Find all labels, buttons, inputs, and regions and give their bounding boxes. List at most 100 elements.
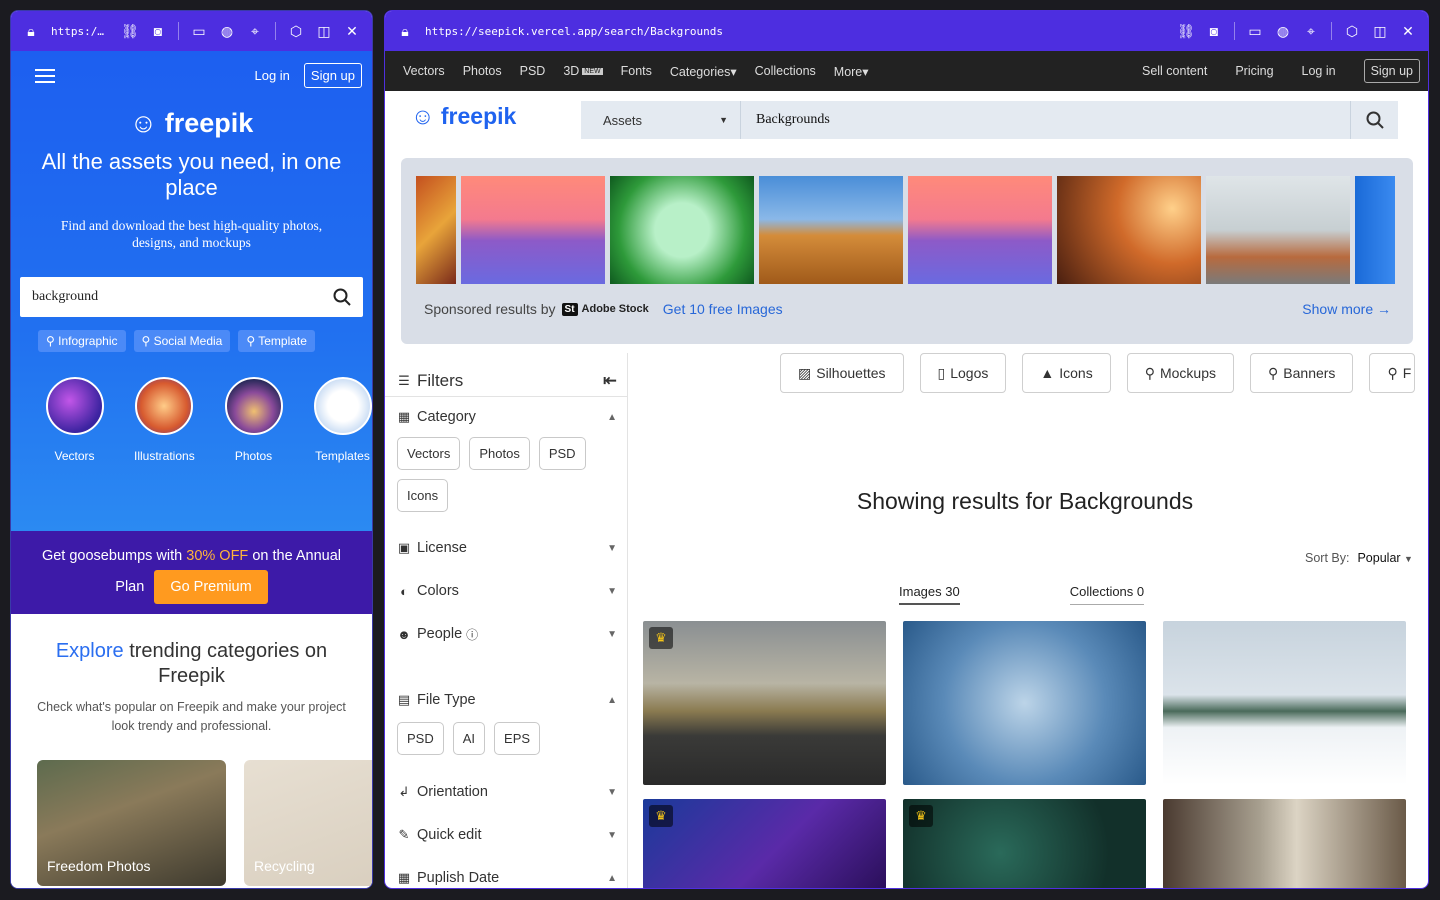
category-templates[interactable]: Templates: [313, 377, 372, 463]
result-image-road[interactable]: ♛: [643, 621, 886, 785]
tag-logos[interactable]: ▯ Logos: [919, 353, 1007, 393]
suggestion-chips: ⚲ Infographic ⚲ Social Media ⚲ Template: [38, 330, 372, 352]
sort-control[interactable]: Sort By: Popular ▼: [1305, 551, 1413, 565]
close-icon[interactable]: ✕: [344, 23, 360, 39]
sell-content-link[interactable]: Sell content: [1142, 64, 1207, 78]
search-button[interactable]: [1350, 101, 1398, 139]
category-psd[interactable]: PSD: [538, 437, 586, 470]
link-icon[interactable]: ⛓︎: [121, 23, 139, 39]
collapse-sidebar-icon[interactable]: ⇤: [603, 371, 617, 391]
result-image-snow-forest[interactable]: [903, 621, 1146, 785]
sponsored-image[interactable]: [1057, 176, 1201, 284]
right-url[interactable]: https://seepick.vercel.app/search/Backgr…: [425, 25, 1166, 38]
file-psd[interactable]: PSD: [397, 722, 444, 755]
nav-categories[interactable]: Categories▾: [670, 64, 737, 79]
premium-crown-icon: ♛: [909, 805, 933, 827]
hero-subtitle: Find and download the best high-quality …: [60, 218, 323, 250]
file-eps[interactable]: EPS: [494, 722, 541, 755]
tag-banners[interactable]: ⚲ Banners: [1250, 353, 1354, 393]
vectors-thumbnail: [45, 377, 104, 435]
filter-quick-edit[interactable]: ✎ Quick edit ▼: [397, 825, 617, 845]
nav-photos[interactable]: Photos: [463, 64, 502, 78]
category-photos[interactable]: Photos: [469, 437, 530, 470]
freepik-logo[interactable]: ☺︎ freepik: [11, 108, 372, 139]
category-vectors[interactable]: Vectors: [45, 377, 104, 463]
tag-silhouettes[interactable]: ▨ Silhouettes: [780, 353, 904, 393]
nav-more[interactable]: More▾: [834, 64, 869, 79]
nav-vectors[interactable]: Vectors: [403, 64, 445, 78]
arrow-right-icon: →: [1377, 301, 1391, 317]
login-link[interactable]: Log in: [254, 68, 289, 83]
sponsored-image[interactable]: [1206, 176, 1350, 284]
nav-label: More: [833, 64, 863, 79]
tab-collections[interactable]: Collections 0: [1069, 584, 1145, 605]
login-link[interactable]: Log in: [1302, 64, 1336, 78]
tab-images[interactable]: Images 30: [899, 584, 960, 605]
crosshair-icon[interactable]: ⌖: [1303, 23, 1319, 39]
free-images-link[interactable]: Get 10 free Images: [663, 301, 783, 317]
search-input[interactable]: background: [20, 277, 363, 317]
sponsored-image[interactable]: [759, 176, 903, 284]
chip-infographic[interactable]: ⚲ Infographic: [38, 330, 126, 352]
sponsored-image[interactable]: [416, 176, 456, 284]
search-icon[interactable]: [333, 288, 351, 306]
tile-recycling[interactable]: Recycling: [244, 760, 372, 886]
file-ai[interactable]: AI: [452, 722, 486, 755]
filter-label: File Type: [417, 692, 476, 708]
tag-truncated[interactable]: ⚲ F: [1369, 353, 1416, 393]
category-photos[interactable]: Photos: [224, 377, 283, 463]
nav-collections[interactable]: Collections: [755, 64, 816, 78]
result-image-winter-field[interactable]: [1163, 621, 1406, 785]
result-image-galaxy[interactable]: ♛: [643, 799, 886, 888]
category-vectors[interactable]: Vectors: [397, 437, 461, 470]
filter-people[interactable]: ☻ People ⓘ ▼: [397, 624, 617, 644]
nav-psd[interactable]: PSD: [520, 64, 546, 78]
filter-license[interactable]: ▣ License ▼: [397, 538, 617, 558]
go-premium-button[interactable]: Go Premium: [154, 570, 268, 604]
split-view-icon[interactable]: ◫: [316, 23, 332, 39]
nav-3d[interactable]: 3D NEW: [563, 64, 603, 78]
hamburger-menu-icon[interactable]: [35, 68, 55, 83]
tag-icons[interactable]: ▲ Icons: [1022, 353, 1111, 393]
crosshair-icon[interactable]: ⌖: [247, 23, 263, 39]
show-more-link[interactable]: Show more →: [1302, 301, 1391, 317]
tag-mockups[interactable]: ⚲ Mockups: [1126, 353, 1235, 393]
freepik-logo[interactable]: ☺︎ freepik: [411, 103, 516, 130]
extension-icon[interactable]: ⬡: [288, 23, 304, 39]
signup-button[interactable]: Sign up: [1363, 59, 1420, 83]
split-view-icon[interactable]: ◫: [1372, 23, 1388, 39]
result-image-city-street[interactable]: [1163, 799, 1406, 888]
pricing-link[interactable]: Pricing: [1235, 64, 1273, 78]
globe-icon[interactable]: ◍: [1275, 23, 1291, 39]
filter-colors[interactable]: ◐ Colors ▼: [397, 581, 617, 601]
filter-publish-date[interactable]: ▦ Puplish Date ▲: [397, 868, 617, 888]
extension-icon[interactable]: ⬡: [1344, 23, 1360, 39]
camera-icon[interactable]: ◙: [1206, 23, 1222, 39]
tile-freedom-photos[interactable]: Freedom Photos: [37, 760, 226, 886]
category-illustrations[interactable]: Illustrations: [134, 377, 195, 463]
sponsored-image[interactable]: [610, 176, 754, 284]
signup-button[interactable]: Sign up: [303, 63, 362, 88]
nav-fonts[interactable]: Fonts: [621, 64, 652, 78]
sponsored-image[interactable]: [908, 176, 1052, 284]
link-icon[interactable]: ⛓︎: [1177, 23, 1195, 39]
window-icon[interactable]: ▭: [1247, 23, 1263, 39]
chip-template[interactable]: ⚲ Template: [238, 330, 315, 352]
camera-icon[interactable]: ◙: [150, 23, 166, 39]
left-url[interactable]: https:/…: [51, 25, 110, 38]
globe-icon[interactable]: ◍: [219, 23, 235, 39]
chip-social-media[interactable]: ⚲ Social Media: [133, 330, 231, 352]
sponsored-image[interactable]: [1355, 176, 1395, 284]
filter-orientation[interactable]: ↲ Orientation ▼: [397, 782, 617, 802]
search-input[interactable]: Backgrounds: [741, 112, 1350, 128]
filter-file-type[interactable]: ▤ File Type ▲: [397, 690, 617, 710]
window-icon[interactable]: ▭: [191, 23, 207, 39]
result-image-leaves[interactable]: ♛: [903, 799, 1146, 888]
asset-type-select[interactable]: Assets ▼: [581, 101, 741, 139]
sponsored-image[interactable]: [461, 176, 605, 284]
filter-category[interactable]: ▦ Category ▲: [397, 407, 617, 427]
right-browser-window: 🔒︎ https://seepick.vercel.app/search/Bac…: [384, 10, 1429, 889]
close-icon[interactable]: ✕: [1400, 23, 1416, 39]
category-icons[interactable]: Icons: [397, 479, 449, 512]
info-icon[interactable]: ⓘ: [466, 626, 478, 643]
